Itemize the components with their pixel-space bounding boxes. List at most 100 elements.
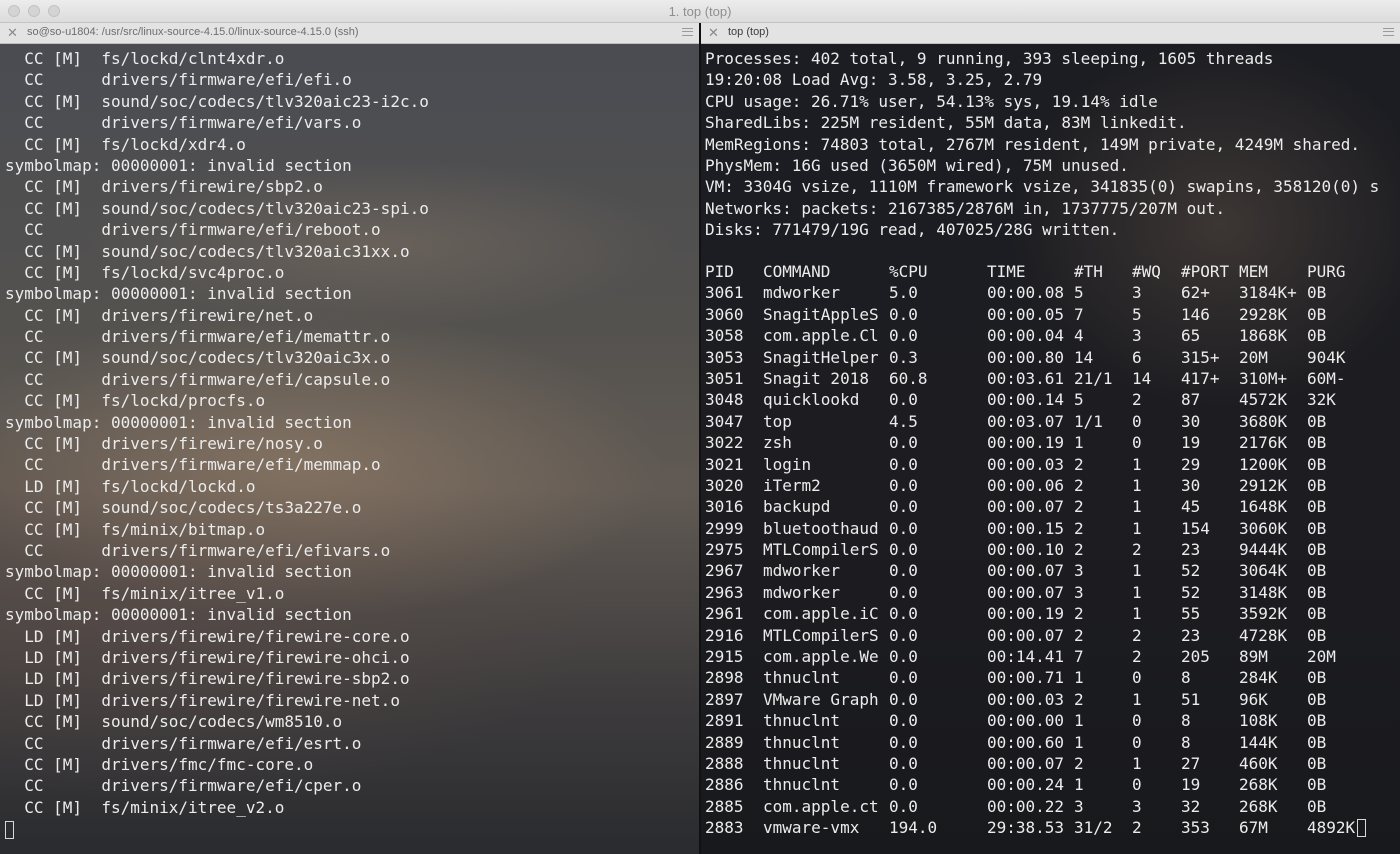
- terminal-line: LD [M] drivers/firewire/firewire-sbp2.o: [5, 669, 410, 689]
- cell-mem: 9444K: [1239, 540, 1288, 560]
- cell-time: 00:00.07: [987, 561, 1065, 581]
- cell-command: MTLCompilerS: [763, 625, 879, 645]
- cell-ports: 8: [1181, 668, 1191, 688]
- cell-wq: 1: [1132, 753, 1142, 773]
- cell-purg: 0B: [1307, 732, 1327, 752]
- window-title-bar: 1. top (top): [0, 0, 1400, 23]
- cell-command: com.apple.We: [763, 647, 879, 667]
- terminal-line: LD [M] drivers/firewire/firewire-ohci.o: [5, 647, 410, 667]
- cell-ports: 30: [1181, 475, 1201, 495]
- cell-threads: 2: [1074, 625, 1084, 645]
- top-summary-line: CPU usage: 26.71% user, 54.13% sys, 19.1…: [705, 91, 1158, 111]
- cell-wq: 1: [1132, 518, 1142, 538]
- cell-time: 00:00.22: [987, 796, 1065, 816]
- tab-ssh-session[interactable]: ✕ so@so-u1804: /usr/src/linux-source-4.1…: [0, 23, 699, 44]
- cell-ports: 45: [1181, 497, 1201, 517]
- cell-threads: 1/1: [1074, 411, 1103, 431]
- cell-time: 00:00.60: [987, 732, 1065, 752]
- cell-pid: 3058: [705, 326, 744, 346]
- terminal-pane-build-output[interactable]: CC [M] fs/lockd/clnt4xdr.o CC drivers/fi…: [0, 44, 699, 854]
- cell-command: thnuclnt: [763, 775, 841, 795]
- cell-wq: 6: [1132, 347, 1142, 367]
- terminal-pane-top[interactable]: Processes: 402 total, 9 running, 393 sle…: [701, 44, 1400, 854]
- cell-command: com.apple.Cl: [763, 326, 879, 346]
- cell-time: 00:00.80: [987, 347, 1065, 367]
- cell-time: 29:38.53: [987, 818, 1065, 838]
- cell-wq: 2: [1132, 625, 1142, 645]
- terminal-line: CC [M] fs/minix/itree_v2.o: [5, 797, 285, 817]
- cell-pid: 3061: [705, 283, 744, 303]
- cell-purg: 0B: [1307, 518, 1327, 538]
- terminal-line: CC [M] fs/lockd/xdr4.o: [5, 134, 246, 154]
- cell-wq: 3: [1132, 326, 1142, 346]
- cell-mem: 2928K: [1239, 304, 1288, 324]
- hamburger-menu-icon[interactable]: [682, 28, 693, 36]
- tab-title-top: top (top): [728, 26, 769, 38]
- column-header-cpu: %CPU: [889, 262, 928, 281]
- cell-mem: 3680K: [1239, 411, 1288, 431]
- close-icon[interactable]: ✕: [7, 25, 18, 41]
- terminal-line: CC [M] sound/soc/codecs/tlv320aic31xx.o: [5, 241, 410, 261]
- cell-cpu: 0.0: [889, 668, 918, 688]
- terminal-line: symbolmap: 00000001: invalid section: [5, 412, 352, 432]
- column-header-command: COMMAND: [763, 262, 831, 281]
- cell-time: 00:00.10: [987, 540, 1065, 560]
- cell-purg: 32K: [1307, 390, 1336, 410]
- cell-command: com.apple.iC: [763, 604, 879, 624]
- cell-command: iTerm2: [763, 475, 821, 495]
- cell-ports: 52: [1181, 582, 1201, 602]
- cell-ports: 154: [1181, 518, 1210, 538]
- cell-pid: 3051: [705, 368, 744, 388]
- cell-threads: 1: [1074, 668, 1084, 688]
- cell-cpu: 4.5: [889, 411, 918, 431]
- cell-time: 00:00.07: [987, 625, 1065, 645]
- cell-ports: 62+: [1181, 283, 1210, 303]
- cell-mem: 3060K: [1239, 518, 1288, 538]
- cell-purg: 0B: [1307, 497, 1327, 517]
- cell-threads: 2: [1074, 454, 1084, 474]
- cell-purg: 0B: [1307, 625, 1327, 645]
- cell-threads: 2: [1074, 689, 1084, 709]
- cell-pid: 2888: [705, 753, 744, 773]
- cell-pid: 3016: [705, 497, 744, 517]
- cell-threads: 7: [1074, 647, 1084, 667]
- cell-command: VMware Graph: [763, 689, 879, 709]
- cell-ports: 315+: [1181, 347, 1220, 367]
- cell-time: 00:00.05: [987, 304, 1065, 324]
- cell-cpu: 0.0: [889, 326, 918, 346]
- cell-pid: 2916: [705, 625, 744, 645]
- cell-cpu: 0.0: [889, 604, 918, 624]
- tab-title-ssh: so@so-u1804: /usr/src/linux-source-4.15.…: [27, 26, 359, 38]
- cell-threads: 1: [1074, 711, 1084, 731]
- cell-threads: 4: [1074, 326, 1084, 346]
- cell-command: mdworker: [763, 561, 841, 581]
- cell-wq: 2: [1132, 540, 1142, 560]
- top-summary-line: Processes: 402 total, 9 running, 393 sle…: [705, 49, 1274, 68]
- cell-time: 00:00.24: [987, 775, 1065, 795]
- tab-top[interactable]: ✕ top (top): [701, 23, 1400, 44]
- cell-threads: 31/2: [1074, 818, 1113, 838]
- cell-purg: 0B: [1307, 796, 1327, 816]
- top-summary: Processes: 402 total, 9 running, 393 sle…: [705, 48, 1379, 241]
- cell-command: mdworker: [763, 283, 841, 303]
- terminal-line: CC drivers/firmware/efi/efi.o: [5, 70, 352, 90]
- cell-threads: 3: [1074, 796, 1084, 816]
- cell-mem: 460K: [1239, 753, 1278, 773]
- cell-wq: 1: [1132, 475, 1142, 495]
- cell-pid: 3022: [705, 433, 744, 453]
- cell-command: vmware-vmx: [763, 818, 860, 838]
- terminal-line: CC [M] fs/lockd/procfs.o: [5, 391, 266, 411]
- cell-threads: 7: [1074, 304, 1084, 324]
- cell-pid: 2883: [705, 818, 744, 838]
- close-icon[interactable]: ✕: [708, 25, 719, 41]
- cell-cpu: 0.0: [889, 689, 918, 709]
- cell-wq: 14: [1132, 368, 1152, 388]
- terminal-line: CC drivers/firmware/efi/cper.o: [5, 776, 362, 796]
- column-header-wq: #WQ: [1132, 262, 1161, 281]
- hamburger-menu-icon[interactable]: [1383, 28, 1394, 36]
- cell-wq: 1: [1132, 454, 1142, 474]
- cell-mem: 67M: [1239, 818, 1268, 838]
- cell-wq: 3: [1132, 796, 1142, 816]
- cell-ports: 417+: [1181, 368, 1220, 388]
- cell-command: backupd: [763, 497, 831, 517]
